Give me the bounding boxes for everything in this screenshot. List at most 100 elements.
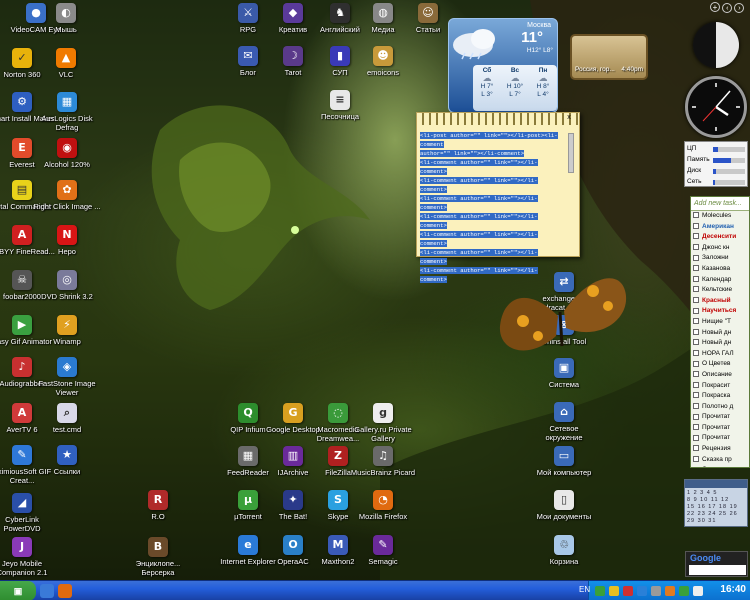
weather-gadget[interactable]: Москва 11° H12° L8° Сб ☁ H 7° L 3° Вс ☁ H 10° L… [448, 18, 558, 113]
todo-item[interactable]: Новый дн [691, 338, 749, 349]
todo-item[interactable]: Покраска [691, 391, 749, 402]
todo-checkbox[interactable] [693, 413, 699, 420]
desktop-icon-mouse[interactable]: ◐ Мышь [32, 3, 100, 34]
todo-checkbox[interactable] [693, 254, 699, 261]
desktop-icon-firefox[interactable]: ◔ Mozilla Firefox [349, 490, 417, 521]
todo-item[interactable]: Покрасит [691, 381, 749, 392]
prev-icon[interactable]: ‹ [722, 3, 733, 13]
todo-item[interactable]: Рецензия [691, 444, 749, 455]
desktop-icon-encyclopedia[interactable]: B Энциклопе... Берсерка [124, 537, 192, 577]
google-search-input[interactable] [689, 565, 746, 575]
desktop-icon-winamp[interactable]: ⚡ Winamp [33, 315, 101, 346]
todo-item[interactable]: Заложни [691, 253, 749, 264]
system-meter-gadget[interactable]: ЦП Память Диск Сеть [684, 141, 748, 187]
desktop-icon-ro[interactable]: R R.O [124, 490, 192, 521]
desktop-icon-alcohol[interactable]: ◉ Alcohol 120% [33, 138, 101, 169]
todo-item[interactable]: Нищие "Т [691, 317, 749, 328]
language-indicator[interactable]: EN [579, 585, 590, 594]
start-button[interactable]: ▣ [0, 581, 36, 600]
tray-icon-5[interactable] [651, 586, 661, 596]
tray-icon-8[interactable] [693, 586, 703, 596]
desktop-icon-links-folder[interactable]: ★ Ссылки [33, 445, 101, 476]
todo-checkbox[interactable] [693, 371, 699, 378]
tray-icon-2[interactable] [609, 586, 619, 596]
todo-checkbox[interactable] [693, 424, 699, 431]
tray-icon-6[interactable] [665, 586, 675, 596]
add-task-input[interactable]: Add new task... [691, 197, 749, 211]
todo-item[interactable]: Календар [691, 275, 749, 286]
desktop-icon-recycle-bin[interactable]: ♲ Корзина [530, 535, 598, 566]
todo-checkbox[interactable] [693, 455, 699, 462]
desktop-icon-faststone[interactable]: ◈ FastStone Image Viewer [33, 357, 101, 397]
todo-item[interactable]: Прочитат [691, 433, 749, 444]
desktop-icon-nero[interactable]: N Неро [33, 225, 101, 256]
desktop-icon-jeyo[interactable]: J Jeyo Mobile Companion 2.1 [0, 537, 56, 577]
todo-item[interactable]: Джонс кн [691, 243, 749, 254]
desktop-icon-gallery[interactable]: g Gallery.ru Private Gallery [349, 403, 417, 443]
todo-item[interactable]: О Цветев [691, 359, 749, 370]
desktop-icon-powerdvd[interactable]: ◢ CyberLink PowerDVD [0, 493, 56, 533]
desktop-icon-sandbox-file[interactable]: ≡ Песочница [306, 90, 374, 121]
moon-phase-gadget[interactable] [693, 22, 739, 68]
desktop-icon-my-documents[interactable]: ▯ Мои документы [530, 490, 598, 521]
desktop-icon-cmd-file[interactable]: ⌕ test.cmd [33, 403, 101, 434]
todo-checkbox[interactable] [693, 434, 699, 441]
desktop-icon-emoticons[interactable]: ☻ emoicons [349, 46, 417, 77]
todo-checkbox[interactable] [693, 286, 699, 293]
todo-checkbox[interactable] [693, 244, 699, 251]
todo-checkbox[interactable] [693, 275, 699, 282]
todo-checkbox[interactable] [693, 307, 699, 314]
tray-icon-3[interactable] [623, 586, 633, 596]
desktop-icon-picard[interactable]: ♫ MusicBrainz Picard [349, 446, 417, 477]
todo-item[interactable]: Кельтские [691, 285, 749, 296]
todo-checkbox[interactable] [693, 339, 699, 346]
todo-item[interactable]: Полотно д [691, 402, 749, 413]
sticky-note-gadget[interactable]: x <li-post author="" link=""></li-post><… [416, 112, 580, 283]
todo-item[interactable]: Прочитат [691, 423, 749, 434]
todo-item[interactable]: Статьи пр [691, 465, 749, 467]
world-clock-gadget[interactable]: Россия, гор... 4:40pm [570, 34, 648, 80]
add-gadget-icon[interactable]: + [710, 2, 720, 12]
todo-item[interactable]: Сказка пр [691, 455, 749, 466]
todo-checkbox[interactable] [693, 392, 699, 399]
note-scrollbar[interactable] [568, 133, 574, 173]
next-icon[interactable]: › [734, 3, 745, 13]
desktop-icon-network[interactable]: ⌂ Сетевое окружение [530, 402, 598, 442]
todo-item[interactable]: Американ [691, 222, 749, 233]
desktop-icon-semagic[interactable]: ✎ Semagic [349, 535, 417, 566]
todo-item[interactable]: НОРА ГАЛ [691, 349, 749, 360]
desktop-icon-defrag[interactable]: ▦ AusLogics Disk Defrag [33, 92, 101, 132]
note-close-button[interactable]: x [562, 113, 576, 123]
todo-item[interactable]: Красный [691, 296, 749, 307]
calendar-gadget[interactable]: 1 2 3 4 58 9 10 11 12 15 16 17 18 19 22 23… [684, 479, 748, 527]
desktop-icon-vlc[interactable]: ▲ VLC [32, 48, 100, 79]
desktop-icon-rightclick-image[interactable]: ✿ Right Click Image ... [33, 180, 101, 211]
todo-checkbox[interactable] [693, 445, 699, 452]
todo-checkbox[interactable] [693, 381, 699, 388]
firefox-quicklaunch-icon[interactable] [58, 584, 72, 598]
todo-checkbox[interactable] [693, 297, 699, 304]
todo-checkbox[interactable] [693, 222, 699, 229]
todo-checkbox[interactable] [693, 233, 699, 240]
todo-checkbox[interactable] [693, 318, 699, 325]
desktop-icon-dvd-shrink[interactable]: ◎ DVD Shrink 3.2 [33, 270, 101, 301]
taskbar-clock[interactable]: 16:40 [720, 584, 746, 595]
desktop-icon-my-computer[interactable]: ▭ Мой компьютер [530, 446, 598, 477]
todo-checkbox[interactable] [693, 466, 699, 467]
todo-checkbox[interactable] [693, 328, 699, 335]
todo-checkbox[interactable] [693, 350, 699, 356]
todo-checkbox[interactable] [693, 360, 699, 367]
ie-quicklaunch-icon[interactable] [40, 584, 54, 598]
tray-icon-1[interactable] [595, 586, 605, 596]
tray-icon-7[interactable] [679, 586, 689, 596]
todo-item[interactable]: Прочитат [691, 412, 749, 423]
todo-item[interactable]: Казанова [691, 264, 749, 275]
todo-item[interactable]: Molecules [691, 211, 749, 222]
todo-item[interactable]: Новый дн [691, 328, 749, 339]
todo-checkbox[interactable] [693, 402, 699, 409]
analog-clock-gadget[interactable] [685, 76, 747, 138]
tray-icon-4[interactable] [637, 586, 647, 596]
todo-item[interactable]: Десенсити [691, 232, 749, 243]
todo-item[interactable]: Описание [691, 370, 749, 381]
todo-checkbox[interactable] [693, 212, 699, 219]
